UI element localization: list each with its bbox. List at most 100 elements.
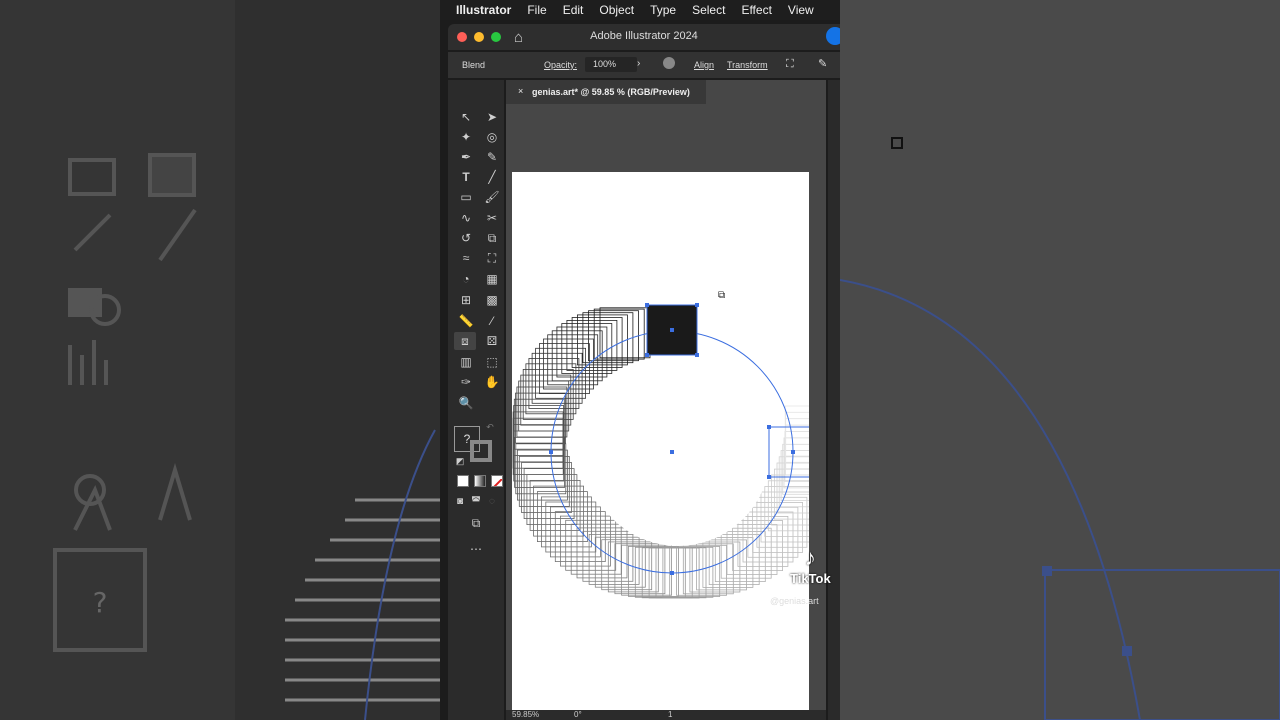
blend-step — [570, 523, 622, 575]
anchor-point[interactable] — [670, 450, 674, 454]
rotation-value[interactable]: 0° — [574, 710, 582, 719]
mesh-tool-icon[interactable]: ⊞ — [456, 291, 476, 309]
blend-step — [550, 506, 601, 558]
color-mode-button[interactable] — [457, 475, 469, 487]
slice-tool-icon[interactable]: ✑ — [456, 373, 476, 391]
scissors-tool-icon[interactable]: ✂ — [482, 209, 502, 227]
blend-step — [560, 515, 611, 567]
blend-center-mask — [586, 362, 770, 546]
scale-tool-icon[interactable]: ⧉ — [482, 229, 502, 247]
background-tool-icons: ? — [53, 153, 197, 652]
paintbrush-tool-icon[interactable]: 🖌 — [482, 188, 502, 206]
document-tab[interactable]: × genias.art* @ 59.85 % (RGB/Preview) — [506, 80, 706, 104]
shaper-tool-icon[interactable]: ∿ — [456, 209, 476, 227]
column-graph-tool-icon[interactable]: ▥ — [456, 353, 476, 371]
opacity-label[interactable]: Opacity: — [544, 60, 577, 70]
menu-file[interactable]: File — [527, 3, 546, 17]
rectangle-tool-icon[interactable]: ▭ — [456, 188, 476, 206]
anchor-point[interactable] — [791, 450, 795, 454]
anchor-point[interactable] — [645, 353, 649, 357]
anchor-point[interactable] — [645, 303, 649, 307]
blend-step — [593, 308, 645, 360]
default-fill-stroke-icon[interactable]: ◩ — [450, 452, 470, 470]
menu-type[interactable]: Type — [650, 3, 676, 17]
swap-fill-stroke-icon[interactable]: ↶ — [480, 418, 500, 436]
panel-menu-icon[interactable]: ✎ — [818, 57, 827, 70]
window-titlebar: ⌂ Adobe Illustrator 2024 — [448, 24, 840, 50]
blend-step — [571, 317, 623, 368]
blend-step — [784, 405, 836, 457]
close-tab-icon[interactable]: × — [518, 86, 523, 96]
draw-inside-icon[interactable]: ◌ — [482, 493, 502, 511]
zoom-level[interactable]: 59.85% — [512, 710, 539, 719]
lasso-tool-icon[interactable]: ◎ — [482, 128, 502, 146]
anchor-point[interactable] — [767, 425, 771, 429]
direct-selection-tool-icon[interactable]: ➤ — [482, 108, 502, 126]
macos-menubar: Illustrator File Edit Object Type Select… — [440, 0, 840, 20]
menu-effect[interactable]: Effect — [741, 3, 771, 17]
gradient-mode-button[interactable] — [474, 475, 486, 487]
artboard-number[interactable]: 1 — [668, 710, 672, 719]
gradient-tool-icon[interactable]: ▩ — [482, 291, 502, 309]
isolate-icon[interactable]: ⛶ — [786, 58, 794, 71]
warp-tool-icon[interactable]: ≈ — [456, 249, 476, 267]
none-mode-button[interactable] — [491, 475, 503, 487]
hand-tool-icon[interactable]: ✋ — [482, 373, 502, 391]
tools-panel: ↖ ➤ ✦ ◎ ✒ ✎ T ╱ ▭ 🖌 ∿ ✂ ↺ ⧉ ≈ ⛶ ◔ ▦ ⊞ ▩ … — [448, 80, 504, 720]
blend-step — [517, 449, 568, 501]
pen-tool-icon[interactable]: ✒ — [456, 148, 476, 166]
edit-toolbar-icon[interactable]: ⋯ — [466, 540, 486, 558]
recolor-icon[interactable] — [663, 57, 675, 69]
anchor-point[interactable] — [695, 353, 699, 357]
artboard-tool-icon[interactable]: ⬚ — [482, 353, 502, 371]
curvature-tool-icon[interactable]: ✎ — [482, 148, 502, 166]
magic-wand-tool-icon[interactable]: ✦ — [456, 128, 476, 146]
line-tool-icon[interactable]: ╱ — [482, 168, 502, 186]
blend-artwork: ⧉ — [512, 290, 837, 599]
menu-select[interactable]: Select — [692, 3, 725, 17]
right-panel-dock — [828, 80, 840, 720]
rotate-tool-icon[interactable]: ↺ — [456, 229, 476, 247]
background-toolbar-mirror: ? — [0, 0, 235, 720]
transform-link[interactable]: Transform — [727, 60, 768, 70]
menu-view[interactable]: View — [788, 3, 814, 17]
opacity-input[interactable]: 100% — [585, 57, 637, 72]
perspective-grid-tool-icon[interactable]: ▦ — [482, 270, 502, 288]
background-zoomed-path — [840, 137, 1280, 720]
chevron-right-icon[interactable]: › — [637, 58, 640, 69]
none-slash-icon — [493, 478, 502, 486]
shape-builder-tool-icon[interactable]: ◔ — [456, 270, 476, 288]
measure-tool-icon[interactable]: 📏 — [456, 312, 476, 330]
zoom-tool-icon[interactable]: 🔍 — [456, 394, 476, 412]
blend-tool-icon[interactable]: ⧈ — [454, 332, 476, 350]
blend-step — [785, 424, 836, 476]
selection-tool-icon[interactable]: ↖ — [456, 108, 476, 126]
anchor-point[interactable] — [549, 450, 553, 454]
artboard[interactable]: ⧉ — [512, 172, 837, 710]
menu-app-name[interactable]: Illustrator — [456, 3, 511, 17]
blend-step — [737, 515, 789, 567]
symbol-sprayer-tool-icon[interactable]: ⚄ — [482, 332, 502, 350]
tiktok-brand: TikTok — [790, 571, 831, 586]
eyedropper-tool-icon[interactable]: ⁄ — [482, 312, 502, 330]
type-tool-icon[interactable]: T — [456, 168, 476, 186]
menu-edit[interactable]: Edit — [563, 3, 584, 17]
anchor-point[interactable] — [767, 475, 771, 479]
free-transform-tool-icon[interactable]: ⛶ — [482, 249, 502, 267]
tiktok-logo-icon: ♪ — [804, 545, 816, 570]
stroke-swatch[interactable] — [470, 440, 492, 462]
blend-step — [785, 418, 837, 470]
blend-cursor-icon: ⧉ — [718, 290, 725, 301]
background-blend-mirror — [285, 429, 440, 720]
menu-object[interactable]: Object — [599, 3, 634, 17]
anchor-point[interactable] — [670, 571, 674, 575]
tiktok-watermark: ♪ TikTok — [790, 545, 831, 586]
anchor-point[interactable] — [670, 328, 674, 332]
align-link[interactable]: Align — [694, 60, 714, 70]
document-tab-title: genias.art* @ 59.85 % (RGB/Preview) — [532, 87, 690, 97]
screen-mode-icon[interactable]: ⧉ — [466, 514, 486, 532]
blend-step — [588, 310, 639, 362]
anchor-point[interactable] — [695, 303, 699, 307]
selection-type-label: Blend — [462, 60, 486, 70]
share-button[interactable] — [826, 27, 840, 45]
